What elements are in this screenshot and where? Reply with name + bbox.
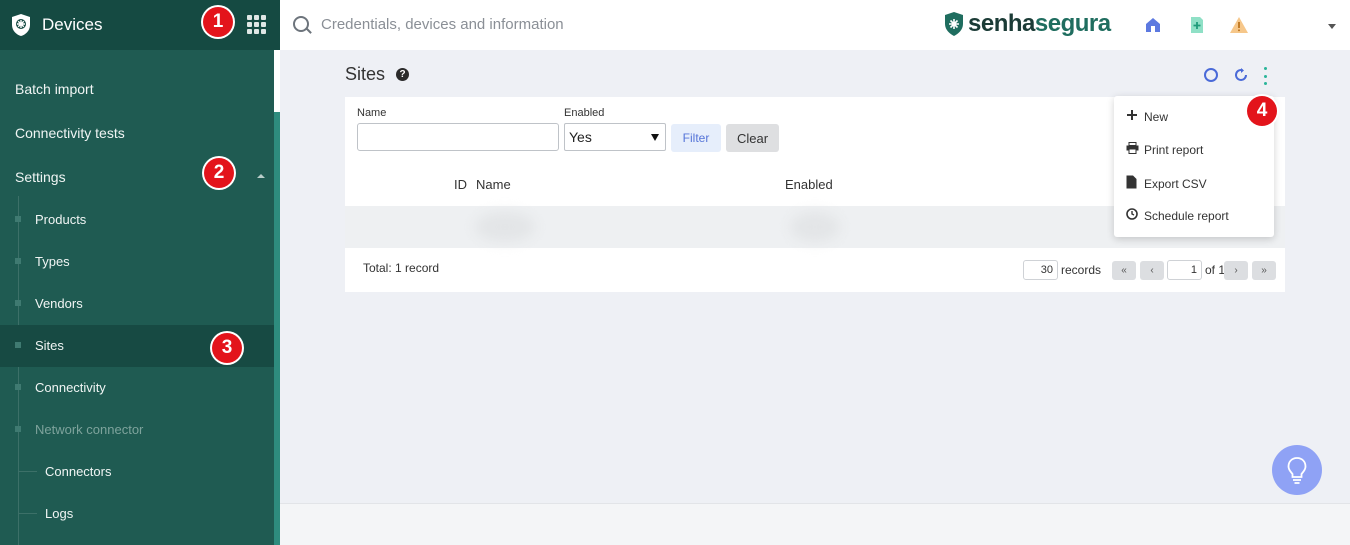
menu-item-label: Schedule report	[1144, 208, 1229, 223]
sidebar: Devices Batch import Connectivity tests …	[0, 0, 280, 545]
warning-icon[interactable]	[1229, 15, 1249, 35]
page-title: Sites	[345, 64, 386, 84]
sidebar-item-types[interactable]: Types	[35, 254, 70, 269]
file-icon	[1126, 175, 1140, 192]
chevron-up-icon[interactable]	[257, 174, 265, 178]
blurred-cell	[790, 212, 840, 242]
bullet-icon	[15, 426, 21, 432]
apps-grid-icon[interactable]	[247, 15, 267, 34]
prev-page-button[interactable]: ‹	[1140, 261, 1164, 280]
search-toggle-icon[interactable]	[1204, 68, 1218, 82]
top-bar: Credentials, devices and information sen…	[280, 0, 1350, 50]
menu-item-export-csv[interactable]: Export CSV	[1126, 175, 1207, 192]
sidebar-item-vendors[interactable]: Vendors	[35, 296, 83, 311]
sidebar-title: Devices	[42, 15, 103, 34]
sidebar-item-settings[interactable]: Settings	[15, 169, 66, 185]
bullet-icon	[15, 216, 21, 222]
filter-button[interactable]: Filter	[671, 124, 721, 152]
first-page-button[interactable]: «	[1112, 261, 1136, 280]
lightbulb-icon	[1287, 457, 1307, 484]
column-header-id[interactable]: ID	[454, 177, 467, 192]
tree-branch	[19, 471, 37, 472]
clear-button[interactable]: Clear	[726, 124, 779, 152]
add-document-icon[interactable]	[1187, 15, 1207, 35]
records-per-page-input[interactable]: 30	[1023, 260, 1058, 280]
footer	[280, 503, 1350, 545]
enabled-select-value: Yes	[569, 129, 592, 145]
search-icon[interactable]	[293, 16, 309, 32]
bullet-icon	[15, 342, 21, 348]
sidebar-item-connectivity[interactable]: Connectivity	[35, 380, 106, 395]
sidebar-item-sites[interactable]: Sites	[35, 338, 64, 353]
column-header-enabled[interactable]: Enabled	[785, 177, 833, 192]
sidebar-item-logs[interactable]: Logs	[45, 506, 73, 521]
help-icon[interactable]: ?	[396, 68, 409, 81]
last-page-button[interactable]: »	[1252, 261, 1276, 280]
sidebar-item-batch-import[interactable]: Batch import	[15, 81, 94, 97]
global-search-input[interactable]: Credentials, devices and information	[321, 16, 564, 33]
printer-icon	[1126, 142, 1140, 157]
enabled-filter-label: Enabled	[564, 107, 605, 119]
brand-text-segura: segura	[1034, 10, 1111, 37]
bullet-icon	[15, 384, 21, 390]
sidebar-item-products[interactable]: Products	[35, 212, 86, 227]
page-number-input[interactable]: 1	[1167, 260, 1202, 280]
step-badge-2: 2	[204, 158, 234, 188]
records-label: records	[1061, 263, 1102, 277]
user-menu-chevron-down-icon[interactable]	[1328, 24, 1336, 29]
column-header-name[interactable]: Name	[476, 177, 511, 192]
step-badge-3: 3	[212, 333, 242, 363]
sidebar-item-connectivity-tests[interactable]: Connectivity tests	[15, 125, 125, 141]
plus-icon	[1126, 109, 1140, 124]
bullet-icon	[15, 258, 21, 264]
brand-text-senha: senha	[968, 10, 1035, 37]
step-badge-1: 1	[203, 7, 233, 37]
name-filter-label: Name	[357, 107, 387, 119]
menu-item-print-report[interactable]: Print report	[1126, 142, 1203, 157]
refresh-icon[interactable]	[1233, 67, 1249, 83]
next-page-button[interactable]: ›	[1224, 261, 1248, 280]
scrollbar-thumb[interactable]	[274, 112, 280, 545]
sidebar-item-network-connector[interactable]: Network connector	[35, 422, 143, 437]
page-count-label: of 1	[1205, 263, 1226, 277]
home-icon[interactable]	[1143, 15, 1163, 35]
tree-line	[18, 196, 19, 545]
more-options-kebab-icon[interactable]	[1264, 67, 1268, 85]
lightbulb-help-button[interactable]	[1272, 445, 1322, 495]
clock-icon	[1126, 208, 1140, 223]
name-filter-input[interactable]	[357, 123, 559, 151]
step-badge-4: 4	[1247, 96, 1277, 126]
total-records-text: Total: 1 record	[363, 261, 440, 275]
menu-item-schedule-report[interactable]: Schedule report	[1126, 208, 1229, 223]
shield-logo-icon	[945, 12, 963, 36]
tree-branch	[19, 513, 37, 514]
bullet-icon	[15, 300, 21, 306]
menu-item-label: Print report	[1144, 142, 1204, 157]
menu-item-label: Export CSV	[1144, 176, 1207, 191]
sidebar-header: Devices	[0, 0, 280, 50]
menu-item-new[interactable]: New	[1126, 109, 1168, 124]
sidebar-item-connectors[interactable]: Connectors	[45, 464, 111, 479]
senhasegura-logo-icon	[10, 13, 32, 37]
enabled-filter-select[interactable]: Yes	[564, 123, 666, 151]
blurred-cell	[475, 212, 535, 242]
scrollbar-track[interactable]	[274, 50, 280, 112]
menu-item-label: New	[1144, 109, 1169, 124]
brand-logo: senhasegura	[943, 10, 1111, 38]
dropdown-arrow-icon	[651, 134, 659, 141]
